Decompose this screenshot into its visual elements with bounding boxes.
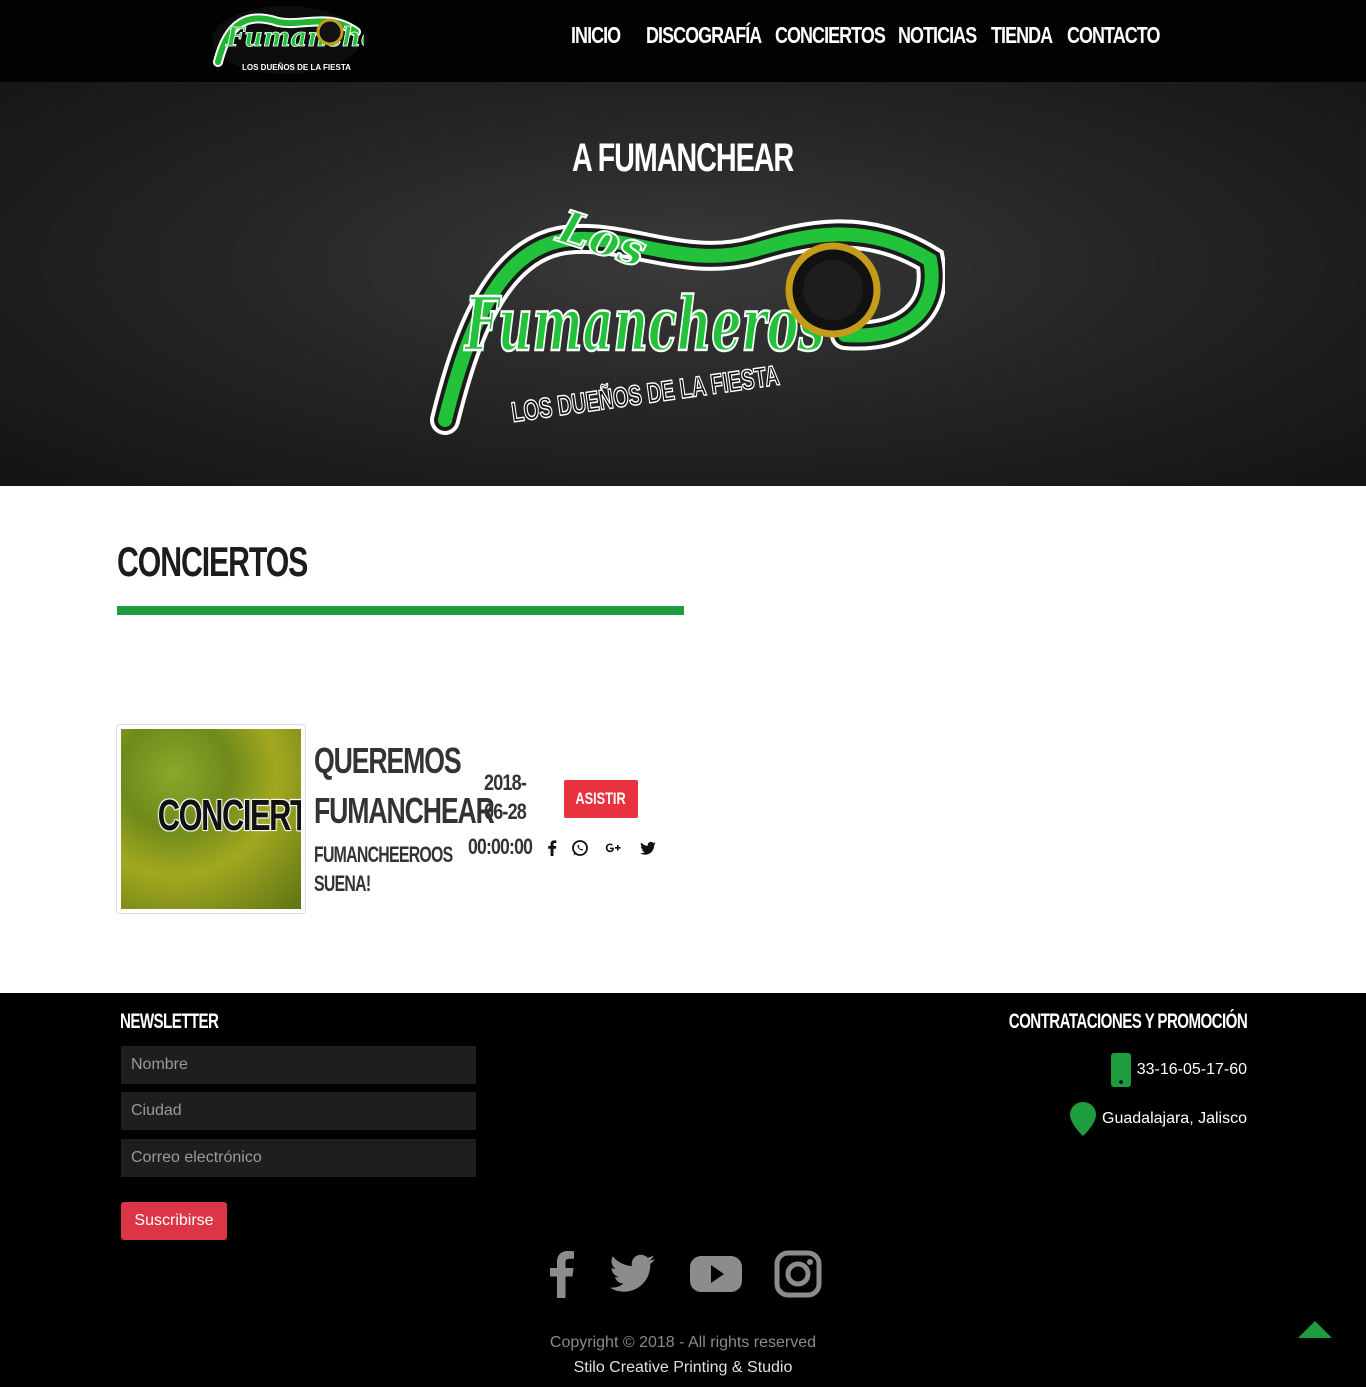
email-input[interactable] xyxy=(121,1139,476,1177)
location-text: Guadalajara, Jalisco xyxy=(1102,1110,1247,1127)
contact-phone: 33-16-05-17-60 xyxy=(1110,1053,1247,1087)
section-title: CONCIERTOS xyxy=(117,538,308,585)
footer-twitter-icon[interactable] xyxy=(604,1246,660,1302)
newsletter-heading: NEWSLETTER xyxy=(120,1010,219,1033)
hero-logo-name: Fumancheros xyxy=(464,282,825,368)
concert-title-line1: QUEREMOS xyxy=(314,740,462,781)
contact-heading: CONTRATACIONES Y PROMOCIÓN xyxy=(1008,1010,1248,1033)
footer-facebook-icon[interactable] xyxy=(534,1246,590,1302)
twitter-icon[interactable] xyxy=(637,837,659,859)
hero-logo-tagline: LOS DUEÑOS DE LA FIESTA xyxy=(510,360,782,428)
contact-location: Guadalajara, Jalisco xyxy=(1070,1102,1247,1136)
nav-contacto[interactable]: CONTACTO xyxy=(1067,22,1160,49)
concert-title[interactable]: QUEREMOS FUMANCHEAR xyxy=(314,736,495,836)
concert-thumbnail[interactable]: CONCIERTO xyxy=(116,724,306,914)
nav-tienda[interactable]: TIENDA xyxy=(991,22,1053,49)
google-plus-icon[interactable] xyxy=(602,837,624,859)
subscribe-button[interactable]: Suscribirse xyxy=(121,1202,227,1240)
scroll-to-top-icon[interactable] xyxy=(1298,1318,1332,1338)
concert-date: 2018- 06-28 xyxy=(476,768,533,826)
nav-conciertos[interactable]: CONCIERTOS xyxy=(775,22,886,49)
concert-title-line2: FUMANCHEAR xyxy=(314,790,495,831)
concert-date-line1: 2018- xyxy=(483,770,527,795)
concert-description-line1: FUMANCHEEROOS xyxy=(314,842,453,867)
nav-inicio[interactable]: INICIO xyxy=(571,22,621,49)
hero-title: A FUMANCHEAR xyxy=(572,136,794,180)
copyright-text: Copyright © 2018 - All rights reserved xyxy=(549,1334,817,1351)
footer-instagram-icon[interactable] xyxy=(770,1246,826,1302)
concert-description-line2: SUENA! xyxy=(314,871,371,896)
concert-date-line2: 06-28 xyxy=(483,799,527,824)
credit-text: Stilo Creative Printing & Studio xyxy=(573,1359,793,1376)
asistir-button[interactable]: ASISTIR xyxy=(564,780,638,818)
facebook-icon[interactable] xyxy=(541,837,563,859)
nav-noticias[interactable]: NOTICIAS xyxy=(898,22,977,49)
hero-brand-logo: Los Fumancheros LOS DUEÑOS DE LA FIESTA xyxy=(430,197,945,435)
city-input[interactable] xyxy=(121,1092,476,1130)
navbar: Fumancheros LOS DUEÑOS DE LA FIESTA INIC… xyxy=(0,0,1366,82)
section-divider xyxy=(117,606,684,615)
footer-youtube-icon[interactable] xyxy=(688,1246,744,1302)
concert-time: 00:00:00 xyxy=(468,834,533,859)
hero-logo-los: Los xyxy=(550,198,653,277)
hero-banner: A FUMANCHEAR Los Fumancheros LOS DUEÑOS … xyxy=(0,82,1366,486)
name-input[interactable] xyxy=(121,1046,476,1084)
phone-number: 33-16-05-17-60 xyxy=(1136,1061,1247,1078)
whatsapp-icon[interactable] xyxy=(569,837,591,859)
map-marker-icon xyxy=(1070,1102,1097,1136)
concert-description: FUMANCHEEROOS SUENA! xyxy=(314,840,453,898)
concert-thumb-label: CONCIERTO xyxy=(157,791,301,840)
mobile-phone-icon xyxy=(1110,1053,1131,1087)
nav-discografia[interactable]: DISCOGRAFÍA xyxy=(646,22,762,49)
concert-image: CONCIERTO xyxy=(121,729,301,909)
nav-menu: INICIO DISCOGRAFÍA CONCIERTOS NOTICIAS T… xyxy=(0,0,1366,82)
